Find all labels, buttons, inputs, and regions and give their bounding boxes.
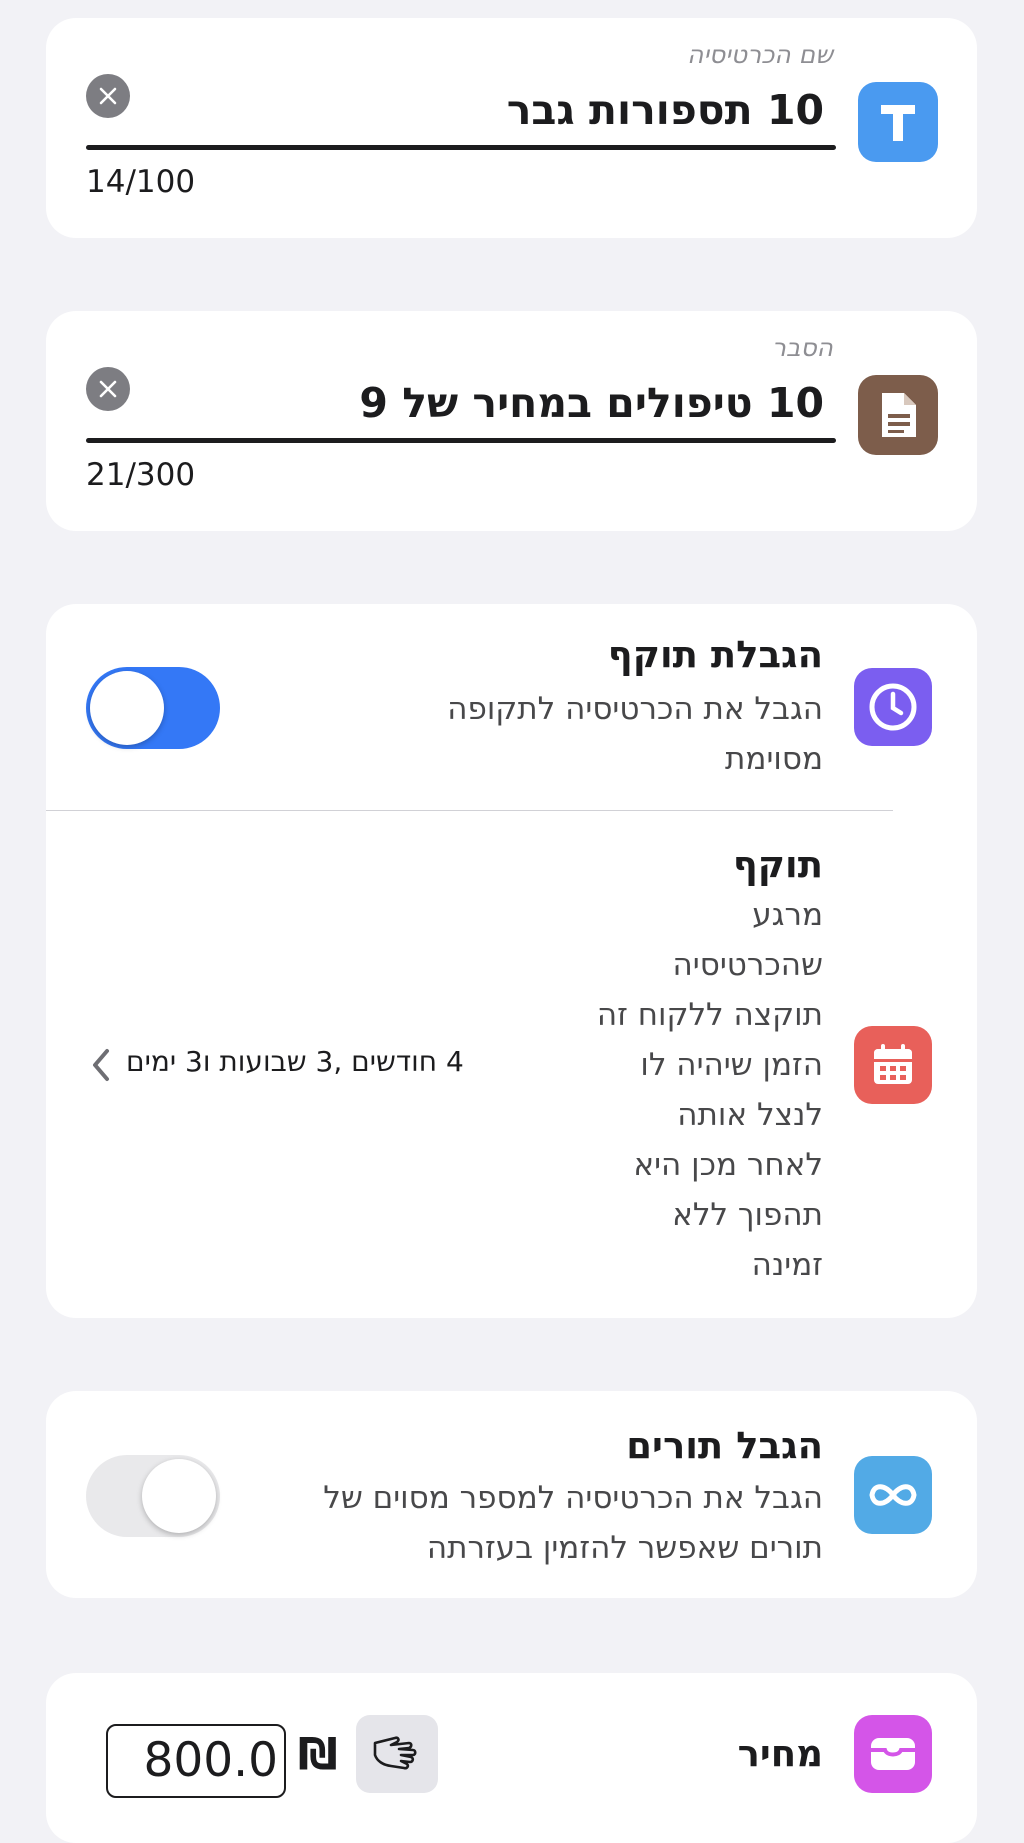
card-name-underline bbox=[86, 145, 836, 150]
validity-value[interactable]: 4 חודשים ,3 שבועות ו3 ימים bbox=[126, 1045, 464, 1078]
validity-limit-description: הגבל את הכרטיסיה לתקופה מסוימת bbox=[447, 691, 823, 777]
hand-pointer-icon bbox=[373, 1736, 417, 1770]
validity-description: מרגע שהכרטיסיה תוקצה ללקוח זה הזמן שיהיה… bbox=[596, 897, 823, 1283]
currency-symbol: ₪ bbox=[298, 1729, 338, 1780]
validity-card: הגבלת תוקף הגבל את הכרטיסיה לתקופה מסוימ… bbox=[46, 604, 977, 1318]
chevron-left-icon[interactable] bbox=[90, 1047, 112, 1083]
close-icon bbox=[99, 380, 117, 398]
validity-divider bbox=[46, 810, 893, 811]
clear-description-button[interactable] bbox=[86, 367, 130, 411]
card-name-counter: 14/100 bbox=[86, 164, 196, 200]
validity-title: תוקף bbox=[732, 843, 823, 886]
card-name-card: שם הכרטיסיה 10 תספורות גבר 14/100 bbox=[46, 18, 977, 238]
price-title: מחיר bbox=[737, 1732, 823, 1775]
validity-limit-toggle[interactable] bbox=[86, 667, 220, 749]
calendar-icon bbox=[854, 1026, 932, 1104]
description-card: הסבר 10 טיפולים במחיר של 9 21/300 bbox=[46, 311, 977, 531]
validity-limit-title: הגבלת תוקף bbox=[607, 633, 823, 676]
toggle-knob bbox=[90, 671, 164, 745]
appointments-limit-title: הגבל תורים bbox=[626, 1424, 823, 1467]
appointments-limit-description: הגבל את הכרטיסיה למספר מסוים של תורים שא… bbox=[323, 1480, 823, 1566]
infinity-icon bbox=[854, 1456, 932, 1534]
description-underline bbox=[86, 438, 836, 443]
document-icon bbox=[858, 375, 938, 455]
toggle-knob bbox=[142, 1459, 216, 1533]
description-label: הסבר bbox=[771, 333, 833, 362]
wallet-icon bbox=[854, 1715, 932, 1793]
price-card: מחיר ₪ 800.0 bbox=[46, 1673, 977, 1843]
description-input[interactable]: 10 טיפולים במחיר של 9 bbox=[359, 383, 824, 424]
card-name-input[interactable]: 10 תספורות גבר bbox=[507, 90, 824, 131]
clock-icon bbox=[854, 668, 932, 746]
price-input[interactable]: 800.0 bbox=[106, 1724, 286, 1798]
appointments-limit-card: הגבל תורים הגבל את הכרטיסיה למספר מסוים … bbox=[46, 1391, 977, 1598]
tap-price-button[interactable] bbox=[356, 1715, 438, 1793]
appointments-limit-toggle[interactable] bbox=[86, 1455, 220, 1537]
description-counter: 21/300 bbox=[86, 457, 196, 493]
clear-card-name-button[interactable] bbox=[86, 74, 130, 118]
text-t-icon bbox=[858, 82, 938, 162]
close-icon bbox=[99, 87, 117, 105]
card-name-label: שם הכרטיסיה bbox=[687, 40, 833, 69]
